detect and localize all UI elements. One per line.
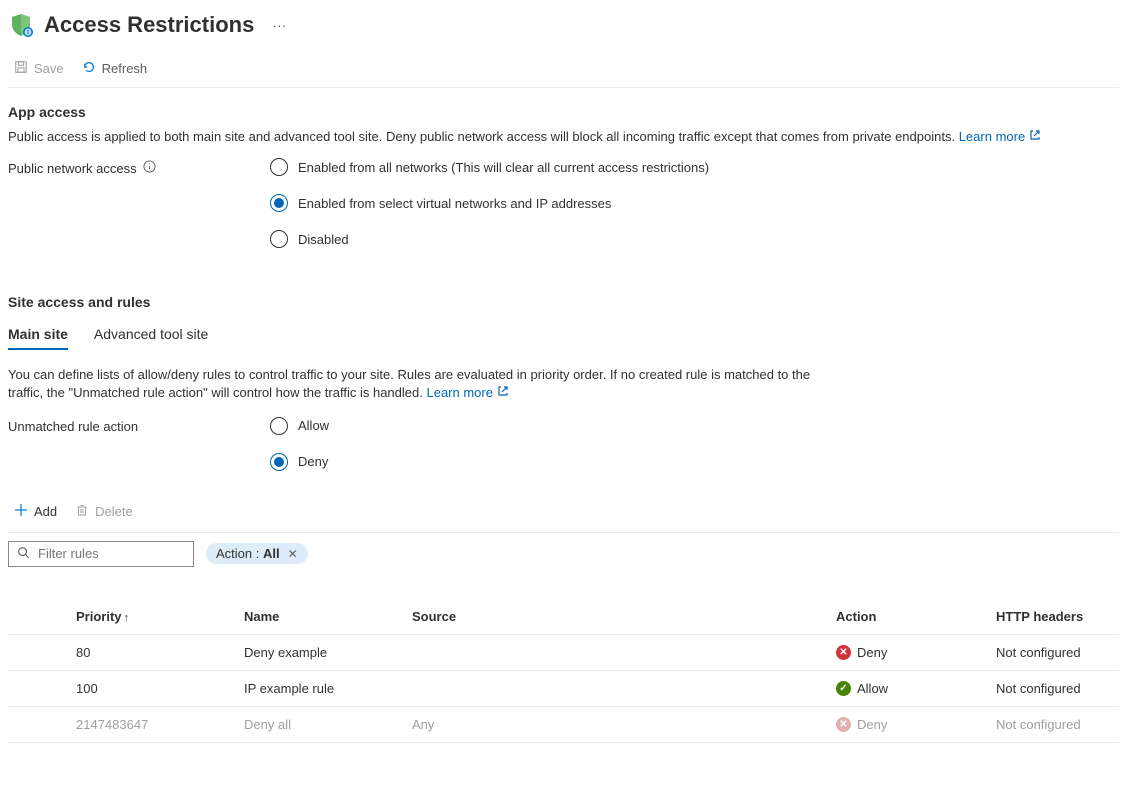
save-icon	[14, 60, 28, 77]
table-row[interactable]: 2147483647 Deny all Any ✕ Deny Not confi…	[8, 706, 1119, 742]
app-access-description: Public access is applied to both main si…	[8, 128, 1119, 146]
cell-http: Not configured	[988, 706, 1119, 742]
radio-unmatched-allow[interactable]: Allow	[270, 417, 329, 435]
deny-icon: ✕	[836, 645, 851, 660]
delete-button[interactable]: Delete	[75, 503, 133, 520]
page-header: Access Restrictions ···	[8, 8, 1119, 50]
search-box[interactable]	[8, 541, 194, 567]
rules-table: Priority↑ Name Source Action HTTP header…	[8, 599, 1119, 743]
radio-enabled-all[interactable]: Enabled from all networks (This will cle…	[270, 158, 709, 176]
radio-icon	[270, 417, 288, 435]
refresh-button[interactable]: Refresh	[82, 60, 148, 77]
cell-http: Not configured	[988, 670, 1119, 706]
filter-input[interactable]	[38, 546, 185, 561]
cell-name: Deny example	[236, 634, 404, 670]
app-access-section: App access Public access is applied to b…	[8, 88, 1119, 248]
cell-priority: 2147483647	[68, 706, 236, 742]
external-link-icon	[497, 384, 509, 402]
cell-source	[404, 670, 828, 706]
radio-label: Disabled	[298, 232, 349, 247]
cell-http: Not configured	[988, 634, 1119, 670]
sort-arrow-icon: ↑	[124, 612, 130, 624]
cell-action: ✕ Deny	[828, 706, 988, 742]
table-row[interactable]: 100 IP example rule ✓ Allow Not configur…	[8, 670, 1119, 706]
allow-icon: ✓	[836, 681, 851, 696]
filter-chip-action[interactable]: Action : All ✕	[206, 543, 308, 564]
radio-label: Deny	[298, 454, 328, 469]
search-icon	[17, 546, 30, 562]
refresh-icon	[82, 60, 96, 77]
cell-action: ✕ Deny	[828, 634, 988, 670]
cell-priority: 100	[68, 670, 236, 706]
cell-name: IP example rule	[236, 670, 404, 706]
app-access-learn-more-link[interactable]: Learn more	[959, 128, 1041, 146]
radio-disabled[interactable]: Disabled	[270, 230, 709, 248]
col-checkbox-header	[8, 599, 68, 635]
cell-priority: 80	[68, 634, 236, 670]
add-button[interactable]: Add	[14, 503, 57, 520]
tab-advanced-tool-site[interactable]: Advanced tool site	[94, 320, 208, 350]
col-priority-header[interactable]: Priority↑	[68, 599, 236, 635]
col-source-header[interactable]: Source	[404, 599, 828, 635]
cell-action: ✓ Allow	[828, 670, 988, 706]
table-row[interactable]: 80 Deny example ✕ Deny Not configured	[8, 634, 1119, 670]
more-menu[interactable]: ···	[272, 17, 286, 33]
public-network-access-field: Public network access Enabled from all n…	[8, 158, 1119, 248]
radio-icon	[270, 158, 288, 176]
cell-source	[404, 634, 828, 670]
info-icon[interactable]	[143, 160, 156, 176]
trash-icon	[75, 503, 89, 520]
save-label: Save	[34, 61, 64, 76]
deny-icon: ✕	[836, 717, 851, 732]
col-http-header[interactable]: HTTP headers	[988, 599, 1119, 635]
radio-enabled-select[interactable]: Enabled from select virtual networks and…	[270, 194, 709, 212]
close-icon[interactable]: ✕	[288, 547, 298, 561]
tab-main-site[interactable]: Main site	[8, 320, 68, 350]
delete-label: Delete	[95, 504, 133, 519]
rules-action-bar: Add Delete	[8, 491, 1119, 532]
save-button[interactable]: Save	[14, 60, 64, 77]
cell-source: Any	[404, 706, 828, 742]
cell-name: Deny all	[236, 706, 404, 742]
col-name-header[interactable]: Name	[236, 599, 404, 635]
radio-label: Allow	[298, 418, 329, 433]
col-action-header[interactable]: Action	[828, 599, 988, 635]
filter-row: Action : All ✕	[8, 532, 1119, 575]
external-link-icon	[1029, 128, 1041, 146]
chip-label: Action : All	[216, 546, 280, 561]
site-access-title: Site access and rules	[8, 294, 1119, 310]
unmatched-rule-label: Unmatched rule action	[8, 417, 270, 434]
radio-icon	[270, 194, 288, 212]
radio-label: Enabled from select virtual networks and…	[298, 196, 611, 211]
public-network-access-label: Public network access	[8, 158, 270, 176]
refresh-label: Refresh	[102, 61, 148, 76]
radio-label: Enabled from all networks (This will cle…	[298, 160, 709, 175]
radio-unmatched-deny[interactable]: Deny	[270, 453, 329, 471]
site-tabs: Main site Advanced tool site	[8, 320, 1119, 350]
page-title: Access Restrictions	[44, 12, 254, 38]
unmatched-rule-radios: Allow Deny	[270, 417, 329, 471]
table-header-row: Priority↑ Name Source Action HTTP header…	[8, 599, 1119, 635]
command-toolbar: Save Refresh	[8, 50, 1119, 88]
plus-icon	[14, 503, 28, 520]
app-access-title: App access	[8, 104, 1119, 120]
rules-table-body: 80 Deny example ✕ Deny Not configured 10…	[8, 634, 1119, 742]
add-label: Add	[34, 504, 57, 519]
public-network-access-radios: Enabled from all networks (This will cle…	[270, 158, 709, 248]
site-access-description: You can define lists of allow/deny rules…	[8, 366, 838, 402]
shield-icon	[8, 12, 34, 38]
radio-icon	[270, 230, 288, 248]
unmatched-rule-field: Unmatched rule action Allow Deny	[8, 417, 1119, 471]
radio-icon	[270, 453, 288, 471]
site-access-section: Site access and rules Main site Advanced…	[8, 278, 1119, 742]
site-access-learn-more-link[interactable]: Learn more	[426, 384, 508, 402]
